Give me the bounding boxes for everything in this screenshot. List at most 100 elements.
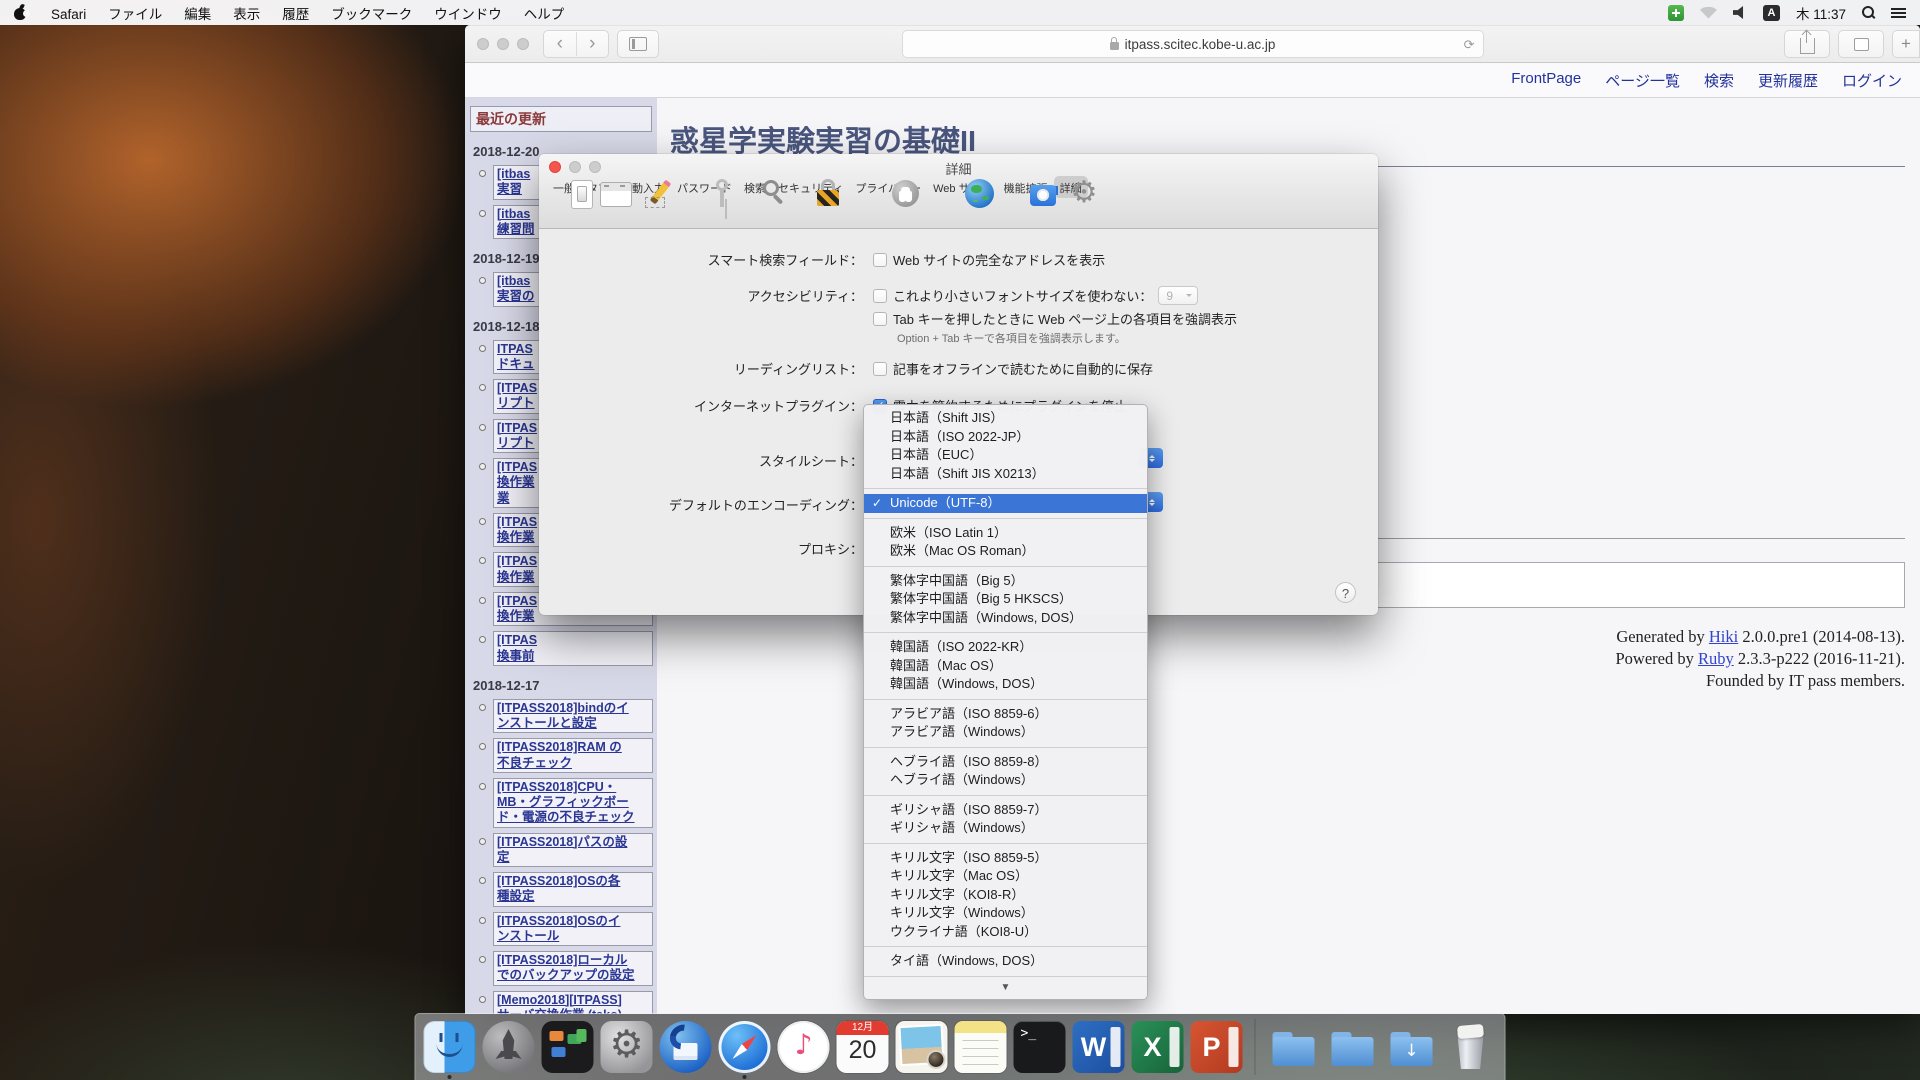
dock-excel-icon[interactable] bbox=[1132, 1021, 1184, 1073]
sidebar-entry-link[interactable]: [ITPASS2018]CPU・ MB・グラフィックボー ド・電源の不良チェック bbox=[493, 778, 653, 828]
encoding-menu-item[interactable]: ギリシャ語（Windows） bbox=[864, 819, 1147, 838]
sidebar-entry-link[interactable]: [Memo2018][ITPASS] サーバ交換作業 (tako) bbox=[493, 991, 653, 1015]
encoding-menu-item[interactable]: ヘブライ語（Windows） bbox=[864, 771, 1147, 790]
tab-overview-button[interactable] bbox=[1838, 30, 1884, 58]
encoding-menu-item[interactable]: キリル文字（Windows） bbox=[864, 904, 1147, 923]
encoding-menu-item[interactable]: 日本語（Shift JIS X0213） bbox=[864, 465, 1147, 484]
sidebar-entry-link[interactable]: [ITPASS2018]bindのイ ンストールと設定 bbox=[493, 699, 653, 734]
encoding-menu-item[interactable]: 欧米（Mac OS Roman） bbox=[864, 542, 1147, 561]
prefs-tab-extensions[interactable]: 機能拡張 bbox=[998, 176, 1054, 198]
sidebar-toggle-button[interactable] bbox=[617, 30, 659, 58]
volume-icon[interactable] bbox=[1733, 6, 1747, 19]
dock-safari-icon[interactable] bbox=[719, 1021, 771, 1073]
menu-bar-item[interactable]: ヘルプ bbox=[513, 7, 576, 22]
page-nav-link[interactable]: ログイン bbox=[1842, 70, 1902, 91]
footer-link[interactable]: Ruby bbox=[1698, 649, 1734, 668]
dock-thunderbird-icon[interactable] bbox=[660, 1021, 712, 1073]
green-app-status-icon[interactable] bbox=[1668, 5, 1684, 21]
menu-bar-clock[interactable]: 木 11:37 bbox=[1796, 3, 1846, 23]
sidebar-entry-link[interactable]: [ITPASS2018]OSの各 種設定 bbox=[493, 872, 653, 907]
dock-photos-icon[interactable] bbox=[896, 1021, 948, 1073]
dock-notes-icon[interactable] bbox=[955, 1021, 1007, 1073]
encoding-menu-item[interactable]: 繁体字中国語（Windows, DOS） bbox=[864, 609, 1147, 628]
prefs-tab-passwords[interactable]: パスワード bbox=[671, 176, 738, 198]
menu-scroll-down-icon[interactable]: ▼ bbox=[864, 976, 1147, 995]
minimize-button[interactable] bbox=[497, 38, 509, 50]
input-source-icon[interactable]: A bbox=[1763, 5, 1780, 21]
encoding-menu-item[interactable]: キリル文字（ISO 8859-5） bbox=[864, 849, 1147, 868]
dock-documents-folder-icon[interactable] bbox=[1327, 1021, 1379, 1073]
menu-bar-item[interactable]: ウインドウ bbox=[423, 7, 513, 22]
spotlight-icon[interactable] bbox=[1862, 6, 1875, 19]
notification-center-icon[interactable] bbox=[1891, 7, 1906, 19]
menu-bar-item[interactable]: 履歴 bbox=[271, 7, 320, 22]
dock-system-preferences-icon[interactable] bbox=[601, 1021, 653, 1073]
zoom-button[interactable] bbox=[517, 38, 529, 50]
encoding-menu-item[interactable]: 日本語（EUC） bbox=[864, 446, 1147, 465]
encoding-menu-item[interactable]: 日本語（Shift JIS） bbox=[864, 409, 1147, 428]
dock-trash-icon[interactable] bbox=[1445, 1021, 1497, 1073]
prefs-tab-advanced[interactable]: 詳細 bbox=[1054, 176, 1088, 198]
page-nav-link[interactable]: ページ一覧 bbox=[1605, 70, 1680, 91]
encoding-menu-item[interactable]: キリル文字（Mac OS） bbox=[864, 867, 1147, 886]
dock-applications-folder-icon[interactable] bbox=[1268, 1021, 1320, 1073]
encoding-menu-item[interactable]: アラビア語（ISO 8859-6） bbox=[864, 705, 1147, 724]
dock-word-icon[interactable] bbox=[1073, 1021, 1125, 1073]
menu-bar-item[interactable]: ファイル bbox=[97, 7, 173, 22]
prefs-tab-general[interactable]: 一般 bbox=[547, 176, 581, 198]
menu-bar-item[interactable]: ブックマーク bbox=[320, 7, 423, 22]
page-nav-link[interactable]: 更新履歴 bbox=[1758, 70, 1818, 91]
font-size-select[interactable]: 9 bbox=[1158, 286, 1198, 305]
close-button[interactable] bbox=[477, 38, 489, 50]
checkbox-show-full-address[interactable] bbox=[873, 253, 887, 267]
encoding-menu-item[interactable]: 韓国語（Mac OS） bbox=[864, 657, 1147, 676]
apple-menu-icon[interactable] bbox=[14, 5, 28, 20]
checkbox-reading-list-offline[interactable] bbox=[873, 362, 887, 376]
dock-itunes-icon[interactable] bbox=[778, 1021, 830, 1073]
sidebar-entry-link[interactable]: [ITPASS2018]パスの設 定 bbox=[493, 833, 653, 868]
checkbox-min-font-size[interactable] bbox=[873, 289, 887, 303]
encoding-menu-item[interactable]: 韓国語（Windows, DOS） bbox=[864, 675, 1147, 694]
sidebar-entry-link[interactable]: [ITPAS 換事前 bbox=[493, 631, 653, 666]
dock-mission-control-icon[interactable] bbox=[542, 1021, 594, 1073]
page-nav-link[interactable]: 検索 bbox=[1704, 70, 1734, 91]
address-bar[interactable]: itpass.scitec.kobe-u.ac.jp ⟳ bbox=[902, 30, 1484, 58]
encoding-menu-item[interactable]: 韓国語（ISO 2022-KR） bbox=[864, 638, 1147, 657]
encoding-menu-item[interactable]: タイ語（Windows, DOS） bbox=[864, 952, 1147, 971]
encoding-menu-item[interactable]: ギリシャ語（ISO 8859-7） bbox=[864, 801, 1147, 820]
encoding-menu-item[interactable]: アラビア語（Windows） bbox=[864, 723, 1147, 742]
help-button[interactable]: ? bbox=[1335, 582, 1356, 603]
encoding-menu-item[interactable]: キリル文字（KOI8-R） bbox=[864, 886, 1147, 905]
menu-bar-item[interactable]: Safari bbox=[40, 7, 97, 22]
prefs-tab-privacy[interactable]: プライバシー bbox=[849, 176, 927, 198]
dock-downloads-folder-icon[interactable] bbox=[1386, 1021, 1438, 1073]
footer-link[interactable]: Hiki bbox=[1709, 627, 1738, 646]
checkbox-tab-highlight[interactable] bbox=[873, 312, 887, 326]
encoding-menu-item[interactable]: ヘブライ語（ISO 8859-8） bbox=[864, 753, 1147, 772]
prefs-tab-websites[interactable]: Web サイト bbox=[927, 176, 997, 198]
back-icon[interactable]: ‹ bbox=[544, 33, 576, 55]
prefs-tab-security[interactable]: セキュリティ bbox=[772, 176, 849, 198]
sidebar-entry-link[interactable]: [ITPASS2018]RAM の 不良チェック bbox=[493, 738, 653, 773]
dock-launchpad-icon[interactable] bbox=[483, 1021, 535, 1073]
wifi-off-icon[interactable] bbox=[1700, 7, 1717, 19]
forward-icon[interactable]: › bbox=[577, 33, 609, 55]
dock-powerpoint-icon[interactable] bbox=[1191, 1021, 1243, 1073]
sidebar-entry-link[interactable]: [ITPASS2018]ローカル でのバックアップの設定 bbox=[493, 951, 653, 986]
dock-calendar-icon[interactable] bbox=[837, 1021, 889, 1073]
encoding-menu-item[interactable]: 日本語（ISO 2022-JP） bbox=[864, 428, 1147, 447]
page-nav-link[interactable]: FrontPage bbox=[1511, 70, 1581, 91]
encoding-menu-item[interactable]: 繁体字中国語（Big 5 HKSCS） bbox=[864, 590, 1147, 609]
menu-bar-item[interactable]: 表示 bbox=[222, 7, 271, 22]
reload-icon[interactable]: ⟳ bbox=[1464, 37, 1475, 53]
dock-finder-icon[interactable] bbox=[424, 1021, 476, 1073]
encoding-menu-item[interactable]: 欧米（ISO Latin 1） bbox=[864, 524, 1147, 543]
share-button[interactable] bbox=[1784, 30, 1830, 58]
prefs-tab-search[interactable]: 検索 bbox=[738, 176, 772, 198]
dock-terminal-icon[interactable] bbox=[1014, 1021, 1066, 1073]
menu-bar-item[interactable]: 編集 bbox=[173, 7, 222, 22]
encoding-menu-item[interactable]: Unicode（UTF-8） bbox=[864, 494, 1147, 513]
encoding-menu-item[interactable]: ウクライナ語（KOI8-U） bbox=[864, 923, 1147, 942]
sidebar-entry-link[interactable]: [ITPASS2018]OSのイ ンストール bbox=[493, 912, 653, 947]
encoding-menu-item[interactable]: 繁体字中国語（Big 5） bbox=[864, 572, 1147, 591]
